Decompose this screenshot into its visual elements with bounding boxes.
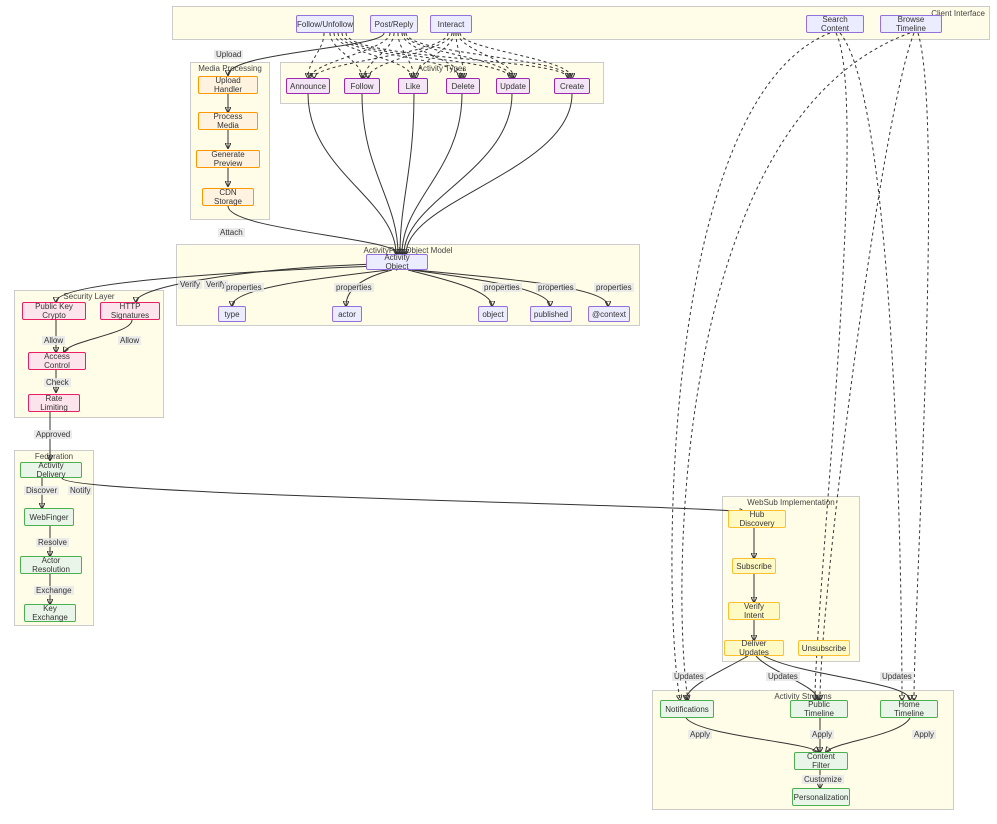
node-public-key-crypto[interactable]: Public Key Crypto [22,302,86,320]
edge-label-customize: Customize [802,775,844,784]
node-browse-timeline[interactable]: Browse Timeline [880,15,942,33]
edge-label-approved: Approved [34,430,72,439]
node-notifications[interactable]: Notifications [660,700,714,718]
edge-label-prop1: properties [224,283,264,292]
node-webfinger[interactable]: WebFinger [24,508,74,526]
node-generate-preview[interactable]: Generate Preview [196,150,260,168]
node-type: type [218,306,246,322]
node-search-content[interactable]: Search Content [806,15,864,33]
node-follow-unfollow[interactable]: Follow/Unfollow [296,15,354,33]
node-personalization[interactable]: Personalization [792,788,850,806]
edge-label-updates2: Updates [766,672,800,681]
node-access-control[interactable]: Access Control [28,352,86,370]
node-context: @context [588,306,630,322]
edge-label-apply3: Apply [912,730,936,739]
edge-label-allow1: Allow [42,336,65,345]
edge-label-allow2: Allow [118,336,141,345]
edge-label-discover: Discover [24,486,59,495]
edge-label-check: Check [44,378,71,387]
node-public-timeline[interactable]: Public Timeline [790,700,848,718]
node-actor: actor [332,306,362,322]
node-content-filter[interactable]: Content Filter [794,752,848,770]
node-verify-intent[interactable]: Verify Intent [728,602,780,620]
edge-label-prop2: properties [334,283,374,292]
node-actor-resolution[interactable]: Actor Resolution [20,556,82,574]
node-home-timeline[interactable]: Home Timeline [880,700,938,718]
edge-label-notify: Notify [68,486,92,495]
node-published: published [530,306,572,322]
node-activity-object[interactable]: Activity Object [366,254,428,270]
node-object: object [478,306,508,322]
edge-label-prop5: properties [594,283,634,292]
node-subscribe[interactable]: Subscribe [732,558,776,574]
group-label-websub: WebSub Implementation [747,498,834,507]
edge-label-exchange: Exchange [34,586,74,595]
group-client-interface: Client Interface [172,6,990,40]
edge-label-upload: Upload [214,50,243,59]
edge-label-verify1: Verify [178,280,202,289]
node-upload-handler[interactable]: Upload Handler [198,76,258,94]
node-hub-discovery[interactable]: Hub Discovery [728,510,786,528]
edge-label-updates1: Updates [672,672,706,681]
node-activity-delivery[interactable]: Activity Delivery [20,462,82,478]
group-label-security: Security Layer [63,292,114,301]
node-create[interactable]: Create [554,78,590,94]
edge-label-attach: Attach [218,228,245,237]
group-label-federation: Federation [35,452,73,461]
edge-label-prop3: properties [482,283,522,292]
node-post-reply[interactable]: Post/Reply [370,15,418,33]
node-announce[interactable]: Announce [286,78,330,94]
node-unsubscribe[interactable]: Unsubscribe [798,640,850,656]
node-key-exchange[interactable]: Key Exchange [24,604,76,622]
edge-label-apply1: Apply [688,730,712,739]
edge-label-resolve: Resolve [36,538,69,547]
node-cdn-storage[interactable]: CDN Storage [202,188,254,206]
node-follow[interactable]: Follow [344,78,380,94]
node-process-media[interactable]: Process Media [198,112,258,130]
node-like[interactable]: Like [398,78,428,94]
node-deliver-updates[interactable]: Deliver Updates [724,640,784,656]
edge-label-apply2: Apply [810,730,834,739]
node-http-signatures[interactable]: HTTP Signatures [100,302,160,320]
node-update[interactable]: Update [496,78,530,94]
group-label-types: Activity Types [418,64,467,73]
edge-label-updates3: Updates [880,672,914,681]
node-rate-limiting[interactable]: Rate Limiting [28,394,80,412]
node-interact[interactable]: Interact [430,15,472,33]
node-delete[interactable]: Delete [446,78,480,94]
edge-label-prop4: properties [536,283,576,292]
group-label-media: Media Processing [198,64,262,73]
